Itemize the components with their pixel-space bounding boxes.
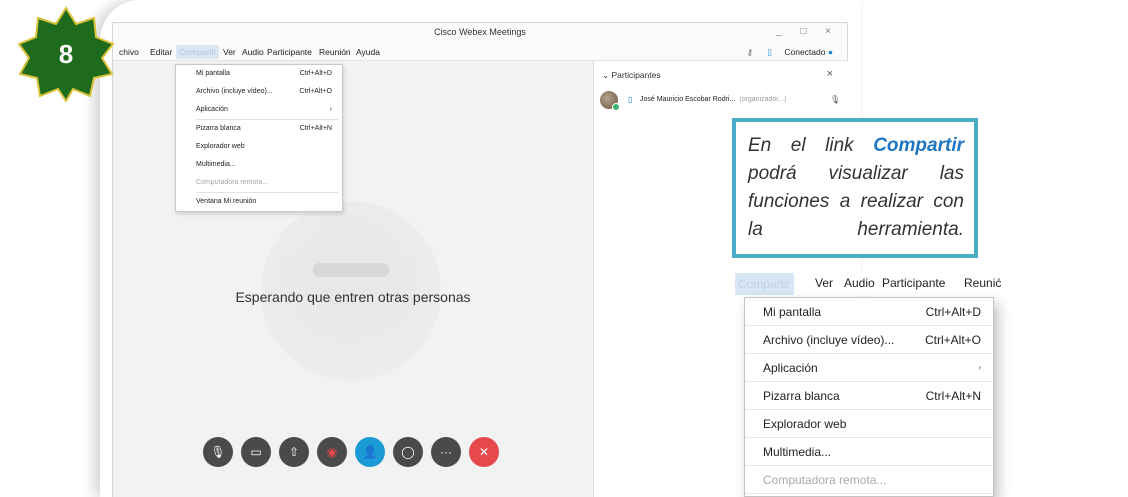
callout-box: En el link Compartir podrá visualizar la… bbox=[732, 118, 978, 258]
lock-icon: ▯ bbox=[767, 47, 772, 57]
participant-role: (organizador...) bbox=[739, 96, 787, 103]
participants-icon[interactable]: 👤 bbox=[355, 437, 385, 467]
status-label: Conectado bbox=[784, 47, 826, 57]
menu-compartir[interactable]: Compartir bbox=[176, 45, 220, 59]
menu-reunion[interactable]: Reunión bbox=[319, 47, 351, 57]
participants-title: Participantes bbox=[611, 70, 661, 80]
menu-editar[interactable]: Editar bbox=[150, 47, 172, 57]
window-controls[interactable]: _ □ × bbox=[776, 26, 839, 37]
mute-icon[interactable]: 🎙 bbox=[203, 437, 233, 467]
title-bar: Cisco Webex Meetings _ □ × bbox=[113, 23, 847, 43]
waiting-message: Esperando que entren otras personas bbox=[235, 289, 471, 305]
step-number: 8 bbox=[58, 39, 74, 69]
zoom-item-mi-pantalla[interactable]: Mi pantalla Ctrl+Alt+D bbox=[745, 298, 993, 326]
zoom-menu-participante[interactable]: Participante bbox=[882, 276, 945, 290]
zoom-item-aplicacion[interactable]: Aplicación › bbox=[745, 354, 993, 382]
status-dot-icon: ● bbox=[827, 47, 833, 57]
menu-bar: chivo Editar Compartir Ver Audio Partici… bbox=[113, 43, 847, 61]
share-item-aplicacion[interactable]: Aplicación › bbox=[176, 101, 342, 119]
key-icon[interactable]: ⚷ bbox=[747, 47, 753, 57]
step-badge: 8 bbox=[17, 6, 115, 103]
zoom-menu-audio[interactable]: Audio bbox=[844, 276, 875, 290]
share-item-explorador[interactable]: Explorador web bbox=[176, 138, 342, 156]
zoom-item-multimedia[interactable]: Multimedia... bbox=[745, 438, 993, 466]
record-icon[interactable]: ◉ bbox=[317, 437, 347, 467]
menu-audio[interactable]: Audio bbox=[242, 47, 264, 57]
share-item-mi-pantalla[interactable]: Mi pantalla Ctrl+Alt+D bbox=[176, 65, 342, 83]
share-item-multimedia[interactable]: Multimedia... bbox=[176, 156, 342, 174]
zoom-item-archivo[interactable]: Archivo (incluye vídeo)... Ctrl+Alt+O bbox=[745, 326, 993, 354]
share-item-pizarra[interactable]: Pizarra blanca Ctrl+Alt+N bbox=[176, 120, 342, 138]
participant-name: José Mauricio Escobar Rodri... (organizad… bbox=[640, 96, 787, 103]
connection-status: ⚷ ▯ Conectado ● bbox=[747, 47, 833, 58]
share-item-computadora-remota: Computadora remota... bbox=[196, 179, 268, 186]
zoom-item-computadora-remota: Computadora remota... bbox=[745, 466, 993, 494]
menu-participante[interactable]: Participante bbox=[267, 47, 312, 57]
video-icon[interactable]: ▭ bbox=[241, 437, 271, 467]
submenu-arrow-icon: › bbox=[329, 106, 332, 113]
callout-text: En el link Compartir podrá visualizar la… bbox=[748, 135, 964, 240]
connection-icon: ▯ bbox=[628, 95, 633, 104]
zoom-menu-compartir[interactable]: Compartir bbox=[735, 273, 794, 295]
menu-ayuda[interactable]: Ayuda bbox=[356, 47, 380, 57]
more-icon[interactable]: ··· bbox=[431, 437, 461, 467]
host-badge-icon bbox=[612, 103, 620, 111]
submenu-arrow-icon: › bbox=[978, 363, 981, 372]
participant-item[interactable]: ▯ José Mauricio Escobar Rodri... (organiz… bbox=[600, 91, 840, 113]
close-icon[interactable]: × bbox=[827, 68, 833, 80]
zoom-item-pizarra[interactable]: Pizarra blanca Ctrl+Alt+N bbox=[745, 382, 993, 410]
zoom-menu-bar: Compartir Ver Audio Participante Reunić bbox=[735, 273, 1014, 295]
participants-header[interactable]: ⌄ Participantes bbox=[602, 70, 661, 81]
sunglasses-shape bbox=[313, 263, 389, 277]
menu-ver[interactable]: Ver bbox=[223, 47, 236, 57]
share-dropdown: Mi pantalla Ctrl+Alt+D Archivo (incluye v… bbox=[175, 64, 343, 212]
mic-icon[interactable]: 🎙 bbox=[830, 95, 840, 104]
chat-icon[interactable]: ◯ bbox=[393, 437, 423, 467]
menu-archivo[interactable]: chivo bbox=[119, 47, 139, 57]
end-icon[interactable]: ✕ bbox=[469, 437, 499, 467]
zoom-menu-reunion[interactable]: Reunić bbox=[964, 276, 1001, 290]
zoom-menu-ver[interactable]: Ver bbox=[815, 276, 833, 290]
share-icon[interactable]: ⇧ bbox=[279, 437, 309, 467]
zoom-item-explorador[interactable]: Explorador web bbox=[745, 410, 993, 438]
share-item-archivo[interactable]: Archivo (incluye vídeo)... Ctrl+Alt+O bbox=[176, 83, 342, 101]
callout-highlight: Compartir bbox=[873, 135, 964, 156]
share-item-ventana-mi-reunion[interactable]: Ventana Mi reunión bbox=[176, 193, 342, 211]
window-title: Cisco Webex Meetings bbox=[434, 27, 526, 37]
zoom-share-dropdown: Mi pantalla Ctrl+Alt+D Archivo (incluye v… bbox=[744, 297, 994, 497]
